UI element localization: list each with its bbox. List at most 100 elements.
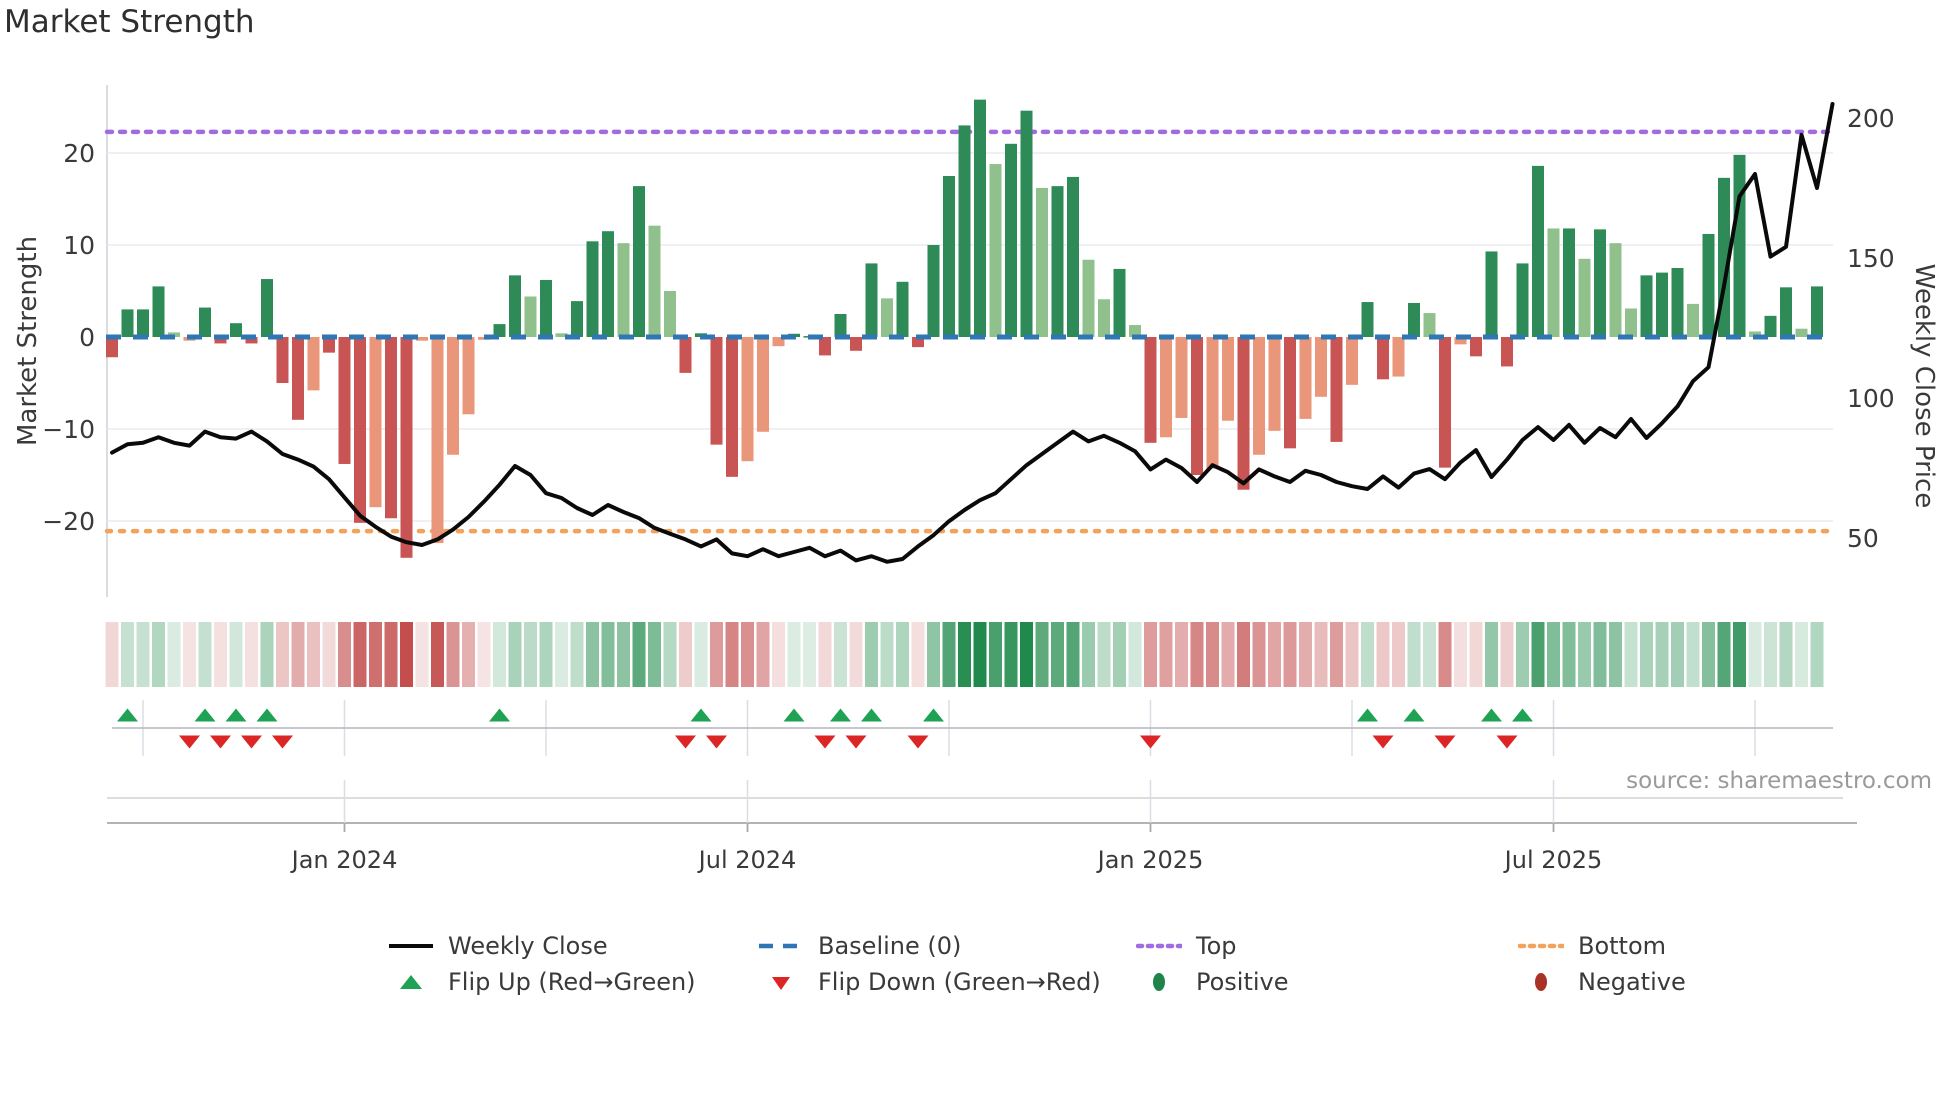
heatmap-cell <box>1531 622 1545 687</box>
strength-bar <box>1764 315 1777 337</box>
strength-bar <box>571 301 583 337</box>
flip-down-triangle-icon <box>758 969 804 995</box>
strength-bar <box>1594 229 1606 337</box>
strength-bar <box>1051 186 1064 337</box>
strength-bar <box>710 337 723 445</box>
strength-bar <box>1485 251 1498 337</box>
heatmap-cell <box>1593 622 1607 687</box>
strength-bar <box>1144 337 1157 443</box>
x-axis-tick-label: Jul 2024 <box>697 846 797 874</box>
legend-item-baseline: Baseline (0) <box>758 926 961 966</box>
heatmap-cell <box>958 622 971 687</box>
flip-up-marker <box>117 708 138 722</box>
flip-up-marker <box>1512 708 1533 722</box>
flip-up-marker <box>194 708 216 722</box>
flip-up-marker <box>1403 708 1425 722</box>
strength-bar <box>1532 165 1544 337</box>
x-axis-tick-label: Jan 2024 <box>290 846 398 874</box>
strength-bar <box>369 337 382 508</box>
heatmap-cell <box>1376 622 1390 687</box>
strength-bar <box>1640 275 1653 337</box>
heatmap-cell <box>1299 622 1312 687</box>
heatmap-cell <box>989 622 1002 687</box>
strength-bar <box>1702 233 1715 337</box>
heatmap-cell <box>400 622 413 687</box>
x-axis-tick-label: Jan 2025 <box>1096 846 1204 874</box>
heatmap-cell <box>338 622 351 687</box>
heatmap-cell <box>772 622 785 687</box>
heatmap-cell <box>1407 622 1421 687</box>
strength-bar <box>1733 154 1746 337</box>
strength-bar <box>633 186 645 337</box>
strength-bar <box>121 309 134 337</box>
strength-bar <box>1315 337 1327 397</box>
heatmap-cell <box>1097 622 1111 687</box>
heatmap-cell <box>1469 622 1483 687</box>
heatmap-cell <box>570 622 584 687</box>
strength-bar <box>1625 308 1637 337</box>
legend-item-negative: Negative <box>1518 962 1686 1002</box>
heatmap-cell <box>586 622 599 687</box>
heatmap-cell <box>725 622 739 687</box>
heatmap-cell <box>291 622 305 687</box>
heatmap-cell <box>198 622 212 687</box>
heatmap-cell <box>260 622 274 687</box>
strength-bar <box>354 337 366 523</box>
heatmap-cell <box>1237 622 1250 687</box>
heatmap-cell <box>1454 622 1467 687</box>
strength-bar <box>1501 337 1513 367</box>
strength-bar <box>1284 337 1296 449</box>
heatmap-cell <box>1500 622 1514 687</box>
heatmap-cell <box>1702 622 1715 687</box>
strength-bar <box>509 275 521 337</box>
legend-item-weekly-close: Weekly Close <box>388 926 608 966</box>
strength-bar <box>1036 187 1048 337</box>
flip-down-marker <box>210 735 231 749</box>
strength-bar <box>958 125 971 338</box>
flip-down-marker <box>706 735 727 749</box>
strength-bar <box>385 337 397 519</box>
heatmap-cell <box>1051 622 1064 687</box>
strength-bar <box>1005 143 1017 337</box>
heatmap-cell <box>1764 622 1777 687</box>
heatmap-cell <box>787 622 801 687</box>
heatmap-cell <box>865 622 878 687</box>
strength-bar <box>1175 337 1188 418</box>
heatmap-cell <box>431 622 444 687</box>
strength-bar <box>1811 286 1823 337</box>
strength-bar <box>462 337 475 415</box>
heatmap-cell <box>1795 622 1808 687</box>
y-axis-tick-label: −20 <box>42 507 95 536</box>
heatmap-cell <box>384 622 398 687</box>
heatmap-cell <box>1128 622 1142 687</box>
strength-bar <box>1439 337 1451 468</box>
heatmap-cell <box>1113 622 1126 687</box>
flip-up-triangle-icon <box>388 969 434 995</box>
heatmap-cell <box>353 622 367 687</box>
heatmap-cell <box>911 622 925 687</box>
price-axis-tick-label: 150 <box>1847 244 1895 273</box>
legend-label: Positive <box>1196 968 1289 996</box>
heatmap-cell <box>632 622 646 687</box>
heatmap-cell <box>741 622 754 687</box>
strength-bar <box>1299 337 1312 419</box>
page-title: Market Strength <box>4 4 255 40</box>
heatmap-cell <box>152 622 165 687</box>
strength-bar <box>1547 228 1560 337</box>
strength-bar <box>586 241 599 337</box>
legend-label: Negative <box>1578 968 1686 996</box>
y-axis-title: Market Strength <box>13 236 43 446</box>
flip-up-marker <box>1357 708 1378 722</box>
legend-item-bottom: Bottom <box>1517 926 1666 966</box>
heatmap-cell <box>1578 622 1591 687</box>
bottom-dotted-line-icon <box>1517 933 1566 959</box>
flip-down-marker <box>1372 735 1394 749</box>
heatmap-cell <box>1221 622 1235 687</box>
strength-bar <box>896 281 909 337</box>
heatmap-cell <box>462 622 475 687</box>
strength-bar <box>338 337 351 464</box>
heatmap-cell <box>105 622 119 687</box>
flip-up-marker <box>256 708 278 722</box>
strength-bar <box>276 337 289 383</box>
strength-bar <box>757 337 769 432</box>
